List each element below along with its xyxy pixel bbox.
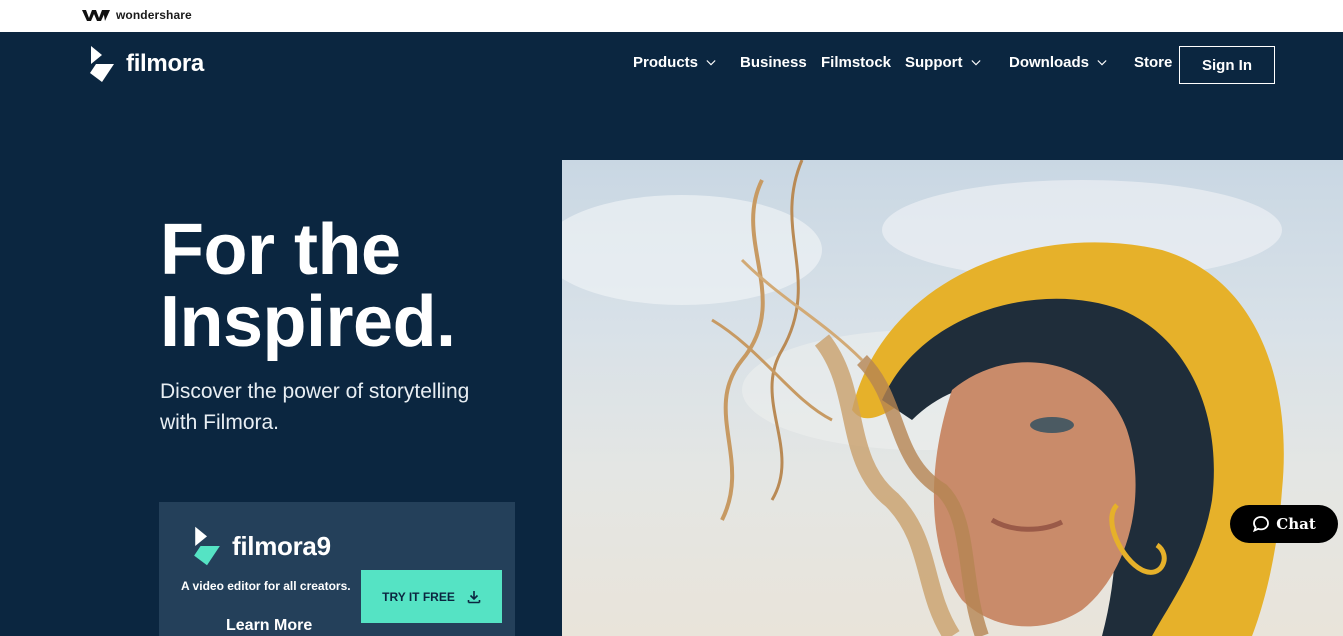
filmora9-brand: filmora bbox=[232, 530, 317, 561]
hero-subtitle: Discover the power of storytelling with … bbox=[160, 376, 520, 438]
product-tagline: A video editor for all creators. bbox=[181, 579, 351, 593]
filmora9-version: 9 bbox=[316, 530, 331, 561]
main-nav: filmora Products Business Filmstock Supp… bbox=[0, 32, 1343, 96]
nav-support-label: Support bbox=[905, 54, 963, 71]
nav-products-label: Products bbox=[633, 54, 699, 71]
nav-store[interactable]: Store bbox=[1134, 54, 1172, 71]
chat-bubble-icon bbox=[1253, 516, 1270, 533]
nav-downloads-label: Downloads bbox=[1009, 54, 1090, 71]
nav-downloads[interactable]: Downloads bbox=[1009, 54, 1107, 71]
nav-products[interactable]: Products bbox=[633, 54, 716, 71]
try-it-free-label: TRY IT FREE bbox=[382, 589, 455, 604]
filmora-logo-icon bbox=[90, 46, 114, 82]
filmora9-logo: filmora9 bbox=[192, 526, 331, 566]
hero-photo-illustration bbox=[562, 160, 1284, 636]
product-card: filmora9 A video editor for all creators… bbox=[159, 502, 515, 636]
learn-more-link[interactable]: Learn More bbox=[226, 617, 312, 635]
nav-store-label: Store bbox=[1134, 54, 1173, 71]
nav-filmstock[interactable]: Filmstock bbox=[821, 54, 891, 71]
hero-subtitle-line1: Discover the power of storytelling bbox=[160, 380, 470, 403]
nav-filmstock-label: Filmstock bbox=[821, 54, 892, 71]
filmora-home-link[interactable]: filmora bbox=[88, 46, 204, 82]
wondershare-wordmark: wondershare bbox=[116, 8, 192, 22]
hero-photo bbox=[562, 160, 1343, 636]
wondershare-logo[interactable]: wondershare bbox=[82, 8, 192, 22]
chevron-down-icon bbox=[1097, 59, 1107, 65]
try-it-free-button[interactable]: TRY IT FREE bbox=[361, 570, 502, 623]
hero-title: For the Inspired. bbox=[160, 214, 540, 358]
chat-label: Chat bbox=[1276, 515, 1316, 533]
nav-support[interactable]: Support bbox=[905, 54, 981, 71]
nav-business[interactable]: Business bbox=[740, 54, 807, 71]
filmora9-wordmark: filmora9 bbox=[232, 531, 331, 562]
wondershare-logo-icon bbox=[82, 10, 110, 21]
chevron-down-icon bbox=[970, 59, 981, 65]
hero-subtitle-line2: with Filmora. bbox=[160, 411, 280, 434]
download-icon bbox=[467, 590, 481, 603]
filmora9-logo-icon bbox=[194, 526, 220, 566]
hero-title-line1: For the bbox=[160, 210, 401, 290]
wondershare-topbar: wondershare bbox=[0, 0, 1343, 32]
nav-business-label: Business bbox=[740, 54, 807, 71]
hero-title-line2: Inspired. bbox=[160, 282, 456, 362]
chevron-down-icon bbox=[706, 59, 716, 65]
chat-button[interactable]: Chat bbox=[1230, 505, 1338, 543]
filmora-wordmark: filmora bbox=[126, 50, 204, 77]
sign-in-button[interactable]: Sign In bbox=[1179, 46, 1275, 84]
